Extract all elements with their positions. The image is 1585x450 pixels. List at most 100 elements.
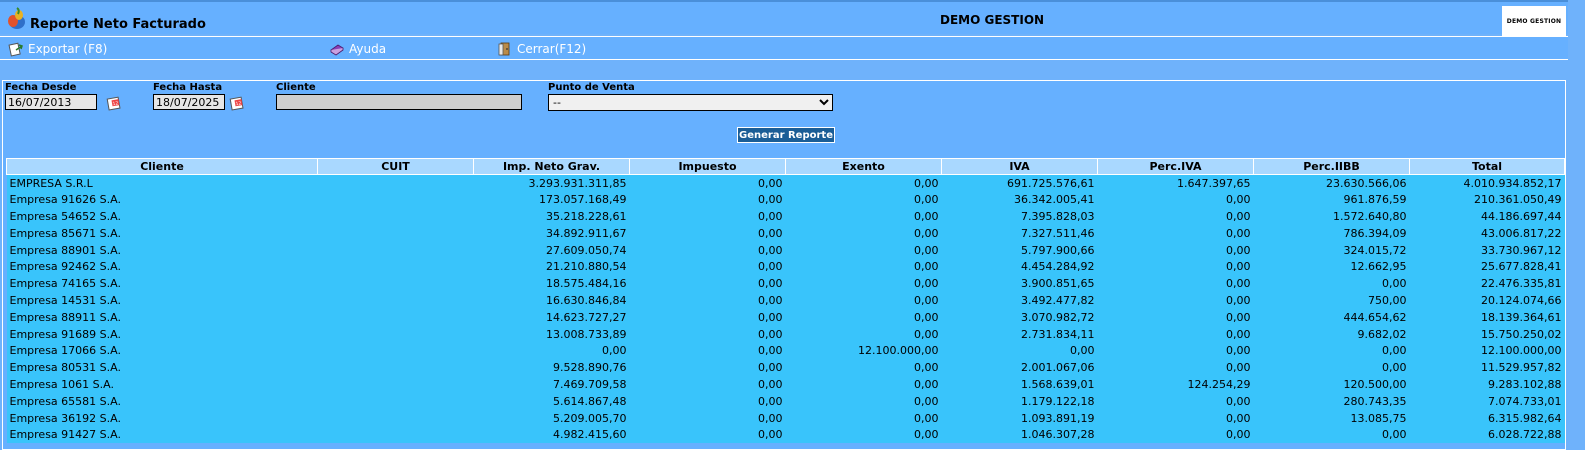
table-cell: 120.500,00 (1343, 377, 1407, 391)
table-cell: 280.743,35 (1343, 394, 1407, 408)
table-row[interactable]: Empresa 91689 S.A. 13.008.733,89 0,00 0,00 2… (6, 325, 1565, 343)
table-cell: 0,00 (758, 361, 783, 375)
table-row[interactable]: Empresa 88901 S.A. 27.609.050,74 0,00 0,00 5… (6, 241, 1565, 259)
table-cell: 0,00 (1226, 243, 1251, 257)
table-cell: 1.572.640,80 (1333, 209, 1407, 223)
table-cell: 0,00 (758, 394, 783, 408)
table-row[interactable]: Empresa 65581 S.A. 5.614.867,48 0,00 0,00 1.… (6, 392, 1565, 410)
table-row[interactable]: Empresa 88911 S.A. 14.623.727,27 0,00 0,00 3… (6, 308, 1565, 326)
column-header: Perc.IVA (1097, 158, 1254, 175)
table-cell: 3.492.477,82 (1021, 293, 1095, 307)
table-cell: 0,00 (758, 209, 783, 223)
table-cell: Empresa 80531 S.A. (9, 361, 121, 375)
table-cell: 0,00 (914, 411, 939, 425)
table-cell: 23.630.566,06 (1326, 176, 1407, 190)
table-cell: 36.342.005,41 (1014, 193, 1095, 207)
column-header: CUIT (317, 158, 474, 175)
table-row[interactable]: Empresa 91427 S.A. 4.982.415,60 0,00 0,00 1.… (6, 426, 1565, 444)
export-label: Exportar (F8) (28, 42, 108, 56)
export-button[interactable]: Exportar (F8) (8, 40, 107, 58)
client-label: Cliente (276, 82, 316, 93)
table-row[interactable]: Empresa 36192 S.A. 5.209.005,70 0,00 0,00 1.… (6, 409, 1565, 427)
table-cell: 0,00 (1382, 277, 1407, 291)
table-cell: Empresa 54652 S.A. (9, 209, 121, 223)
table-cell: 444.654,62 (1343, 310, 1407, 324)
table-cell: 0,00 (758, 411, 783, 425)
page-title: Reporte Neto Facturado (30, 17, 206, 32)
table-cell: 0,00 (758, 327, 783, 341)
calendar-icon[interactable]: 12 (106, 95, 122, 111)
table-cell: 750,00 (1368, 293, 1407, 307)
table-cell: 12.100.000,00 (858, 344, 939, 358)
table-row[interactable]: Empresa 92462 S.A. 21.210.880,54 0,00 0,00 4… (6, 258, 1565, 276)
client-input[interactable] (276, 94, 522, 110)
app-logo-icon (8, 7, 25, 29)
table-row[interactable]: Empresa 91626 S.A. 173.057.168,49 0,00 0,00… (6, 191, 1565, 209)
calendar-icon[interactable]: 12 (229, 95, 245, 111)
table-row[interactable]: Empresa 17066 S.A. 0,00 0,00 12.100.000,00 0… (6, 342, 1565, 360)
table-cell: Empresa 88901 S.A. (9, 243, 121, 257)
table-cell: 0,00 (1226, 428, 1251, 442)
table-cell: 0,00 (914, 209, 939, 223)
table-row[interactable]: Empresa 85671 S.A. 34.892.911,67 0,00 0,00 7… (6, 224, 1565, 242)
date-from-input[interactable] (5, 94, 97, 110)
table-cell: 0,00 (914, 260, 939, 274)
help-button[interactable]: Ayuda (329, 40, 386, 58)
table-cell: 0,00 (914, 377, 939, 391)
table-cell: 0,00 (914, 226, 939, 240)
table-cell (318, 258, 474, 275)
table-cell: 0,00 (914, 394, 939, 408)
table-cell: 124.254,29 (1187, 377, 1251, 391)
column-header: Exento (785, 158, 942, 175)
table-cell: 5.797.900,66 (1021, 243, 1095, 257)
table-cell: 0,00 (1226, 394, 1251, 408)
table-cell: 1.093.891,19 (1021, 411, 1095, 425)
close-button[interactable]: Cerrar(F12) (497, 40, 586, 58)
table-cell: 0,00 (1226, 361, 1251, 375)
table-cell: 12.100.000,00 (1481, 344, 1562, 358)
table-cell: 0,00 (758, 310, 783, 324)
table-cell (318, 410, 474, 427)
table-cell: 4.010.934.852,17 (1463, 176, 1562, 190)
table-cell: 961.876,59 (1343, 193, 1407, 207)
table-cell: 20.124.074,66 (1481, 293, 1562, 307)
table-cell: 0,00 (1226, 327, 1251, 341)
close-label: Cerrar(F12) (517, 42, 587, 56)
table-row[interactable]: Empresa 14531 S.A. 16.630.846,84 0,00 0,00 3… (6, 292, 1565, 309)
table-cell: 9.283.102,88 (1488, 377, 1562, 391)
table-cell: 15.750.250,02 (1481, 327, 1562, 341)
date-to-input[interactable] (153, 94, 225, 110)
pos-select[interactable]: -- (548, 94, 833, 111)
table-row[interactable]: Empresa 74165 S.A. 18.575.484,16 0,00 0,00 3… (6, 275, 1565, 293)
table-cell: 0,00 (1226, 209, 1251, 223)
table-cell: 0,00 (914, 243, 939, 257)
close-door-icon (498, 42, 510, 56)
table-row[interactable]: Empresa 80531 S.A. 9.528.890,76 0,00 0,00 2.… (6, 359, 1565, 377)
table-cell: 0,00 (758, 344, 783, 358)
table-cell: EMPRESA S.R.L (9, 176, 93, 190)
table-cell (318, 242, 474, 259)
table-cell: 7.395.828,03 (1021, 209, 1095, 223)
table-cell: 2.731.834,11 (1021, 327, 1095, 341)
table-cell: 22.476.335,81 (1481, 277, 1562, 291)
table-cell: 0,00 (602, 344, 627, 358)
table-cell: 0,00 (1070, 344, 1095, 358)
table-cell: 35.218.228,61 (546, 209, 627, 223)
table-cell: 6.315.982,64 (1488, 411, 1562, 425)
table-row[interactable]: Empresa 1061 S.A. 7.469.709,58 0,00 0,00 1.5… (6, 376, 1565, 393)
generate-report-button[interactable]: Generar Reporte (737, 127, 835, 143)
column-header: IVA (941, 158, 1098, 175)
table-row[interactable]: Empresa 54652 S.A. 35.218.228,61 0,00 0,00 7… (6, 208, 1565, 225)
table-cell (318, 292, 474, 309)
table-cell: Empresa 91626 S.A. (9, 193, 121, 207)
table-cell: 18.575.484,16 (546, 277, 627, 291)
report-table: Cliente CUIT Imp. Neto Grav. Impuesto Exento… (6, 158, 1565, 444)
table-cell: 1.568.639,01 (1021, 377, 1095, 391)
table-cell: 7.327.511,46 (1021, 226, 1095, 240)
column-header: Total (1409, 158, 1565, 175)
table-row[interactable]: EMPRESA S.R.L 3.293.931.311,85 0,00 0,00 691… (6, 174, 1565, 192)
svg-text:12: 12 (235, 100, 242, 107)
table-cell: 6.028.722,88 (1488, 428, 1562, 442)
table-cell: 7.074.733,01 (1488, 394, 1562, 408)
table-cell: Empresa 17066 S.A. (9, 344, 121, 358)
